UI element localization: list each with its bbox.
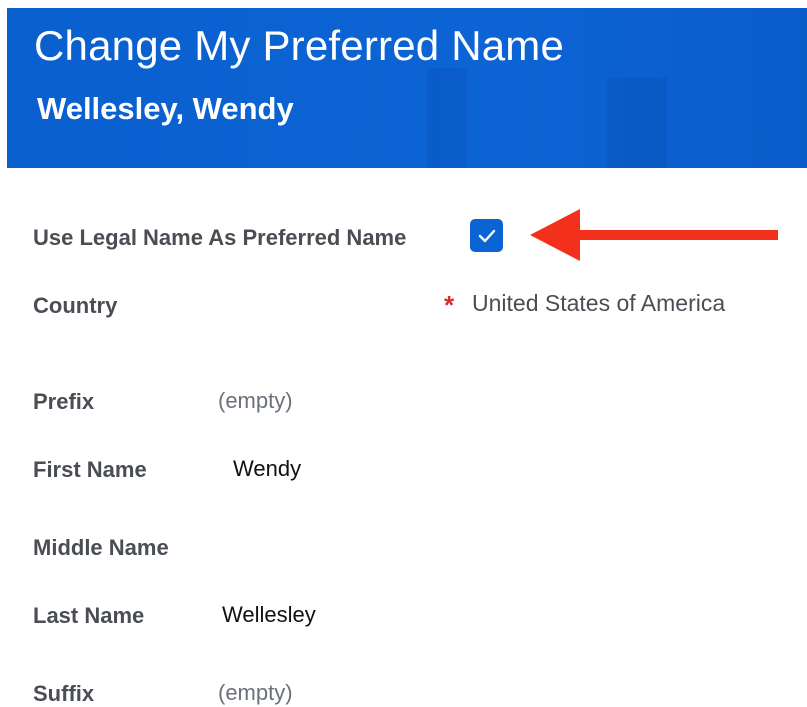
worker-name: Wellesley, Wendy [37, 91, 294, 126]
country-value[interactable]: United States of America [472, 290, 725, 317]
page-title: Change My Preferred Name [34, 22, 565, 69]
first-name-label: First Name [33, 457, 147, 482]
prefix-label: Prefix [33, 389, 95, 414]
prefix-value[interactable]: (empty) [218, 388, 293, 414]
header-texture [607, 78, 667, 168]
country-label: Country [33, 293, 118, 318]
check-icon [478, 229, 495, 242]
page-header: Change My Preferred Name Wellesley, Wend… [7, 8, 807, 168]
middle-name-label: Middle Name [33, 535, 169, 560]
left-arrow-icon [530, 209, 778, 261]
suffix-label: Suffix [33, 681, 95, 706]
last-name-value[interactable]: Wellesley [222, 602, 316, 628]
header-texture [427, 68, 467, 168]
first-name-value[interactable]: Wendy [233, 456, 301, 482]
suffix-value[interactable]: (empty) [218, 680, 293, 706]
use-legal-name-label: Use Legal Name As Preferred Name [33, 225, 407, 250]
required-marker: * [444, 290, 455, 320]
use-legal-name-checkbox[interactable] [470, 219, 503, 252]
last-name-label: Last Name [33, 603, 145, 628]
